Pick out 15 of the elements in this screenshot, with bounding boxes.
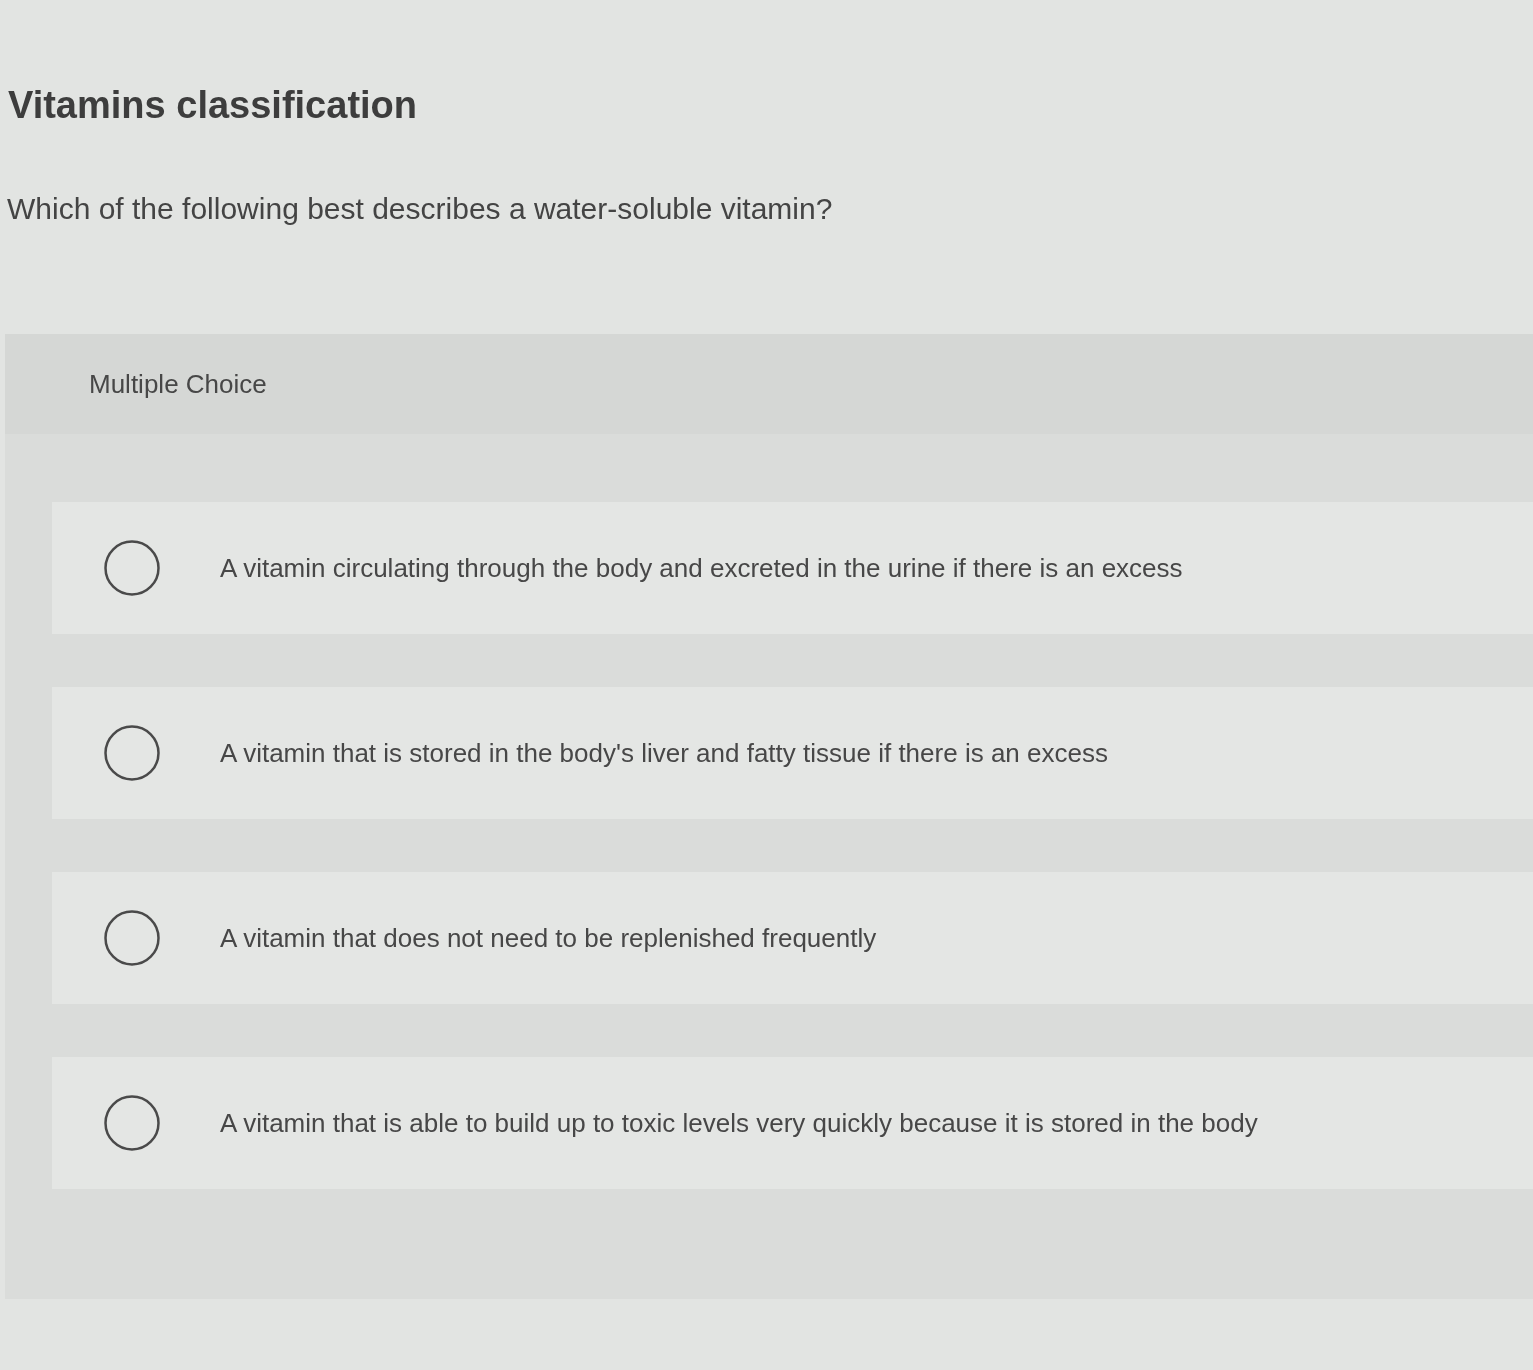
question-type-label: Multiple Choice xyxy=(89,368,267,400)
radio-button[interactable] xyxy=(104,910,160,966)
radio-button[interactable] xyxy=(104,1095,160,1151)
answer-option[interactable]: A vitamin that is stored in the body's liver and fatty tissue if there is an excess xyxy=(52,687,1533,819)
answer-text: A vitamin circulating through the body and excreted in the urine if there is an excess xyxy=(220,552,1183,584)
answer-option[interactable]: A vitamin that does not need to be replenished frequently xyxy=(52,872,1533,1004)
question-text: Which of the following best describes a water-soluble vitamin? xyxy=(7,191,834,227)
radio-button[interactable] xyxy=(104,540,160,596)
quiz-title: Vitamins classification xyxy=(8,83,419,128)
answer-text: A vitamin that is stored in the body's liver and fatty tissue if there is an excess xyxy=(220,737,1108,769)
radio-button[interactable] xyxy=(104,725,160,781)
answer-option[interactable]: A vitamin circulating through the body and excreted in the urine if there is an excess xyxy=(52,502,1533,634)
answer-option[interactable]: A vitamin that is able to build up to toxic levels very quickly because it is stored in the body xyxy=(52,1057,1533,1189)
answer-text: A vitamin that does not need to be replenished frequently xyxy=(220,922,877,954)
answer-text: A vitamin that is able to build up to toxic levels very quickly because it is stored in the body xyxy=(220,1107,1258,1139)
